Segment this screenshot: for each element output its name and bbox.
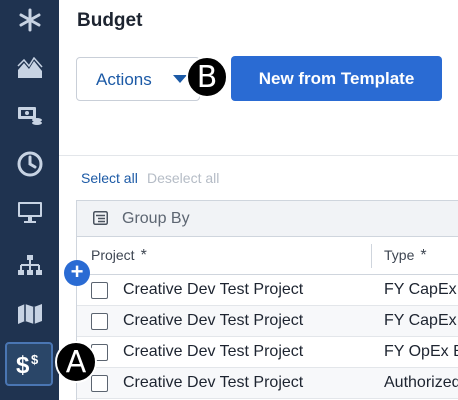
divider	[59, 155, 458, 156]
callout-marker-a: A	[55, 341, 97, 383]
type-cell: FY CapEx B	[384, 312, 458, 329]
app-root: $ $ Budget Actions New from Template Sel…	[0, 0, 458, 400]
group-by-bar[interactable]: Group By	[77, 201, 458, 237]
svg-text:$: $	[16, 352, 30, 377]
select-all-link[interactable]: Select all	[81, 170, 138, 186]
table-row[interactable]: Creative Dev Test Project FY CapEx B	[77, 306, 458, 337]
table-row[interactable]: Creative Dev Test Project Authorized	[77, 368, 458, 399]
type-cell: FY CapEx B	[384, 281, 458, 298]
budget-table: Group By Project * Type * Creative Dev Tes…	[76, 200, 458, 400]
actions-dropdown-button[interactable]: Actions	[76, 57, 200, 101]
required-mark: *	[140, 247, 147, 264]
project-cell: Creative Dev Test Project	[123, 312, 304, 329]
callout-marker-b: B	[186, 56, 228, 98]
column-header-project[interactable]: Project *	[91, 247, 147, 265]
asterisk-icon	[19, 8, 40, 32]
project-cell: Creative Dev Test Project	[123, 343, 304, 360]
required-mark: *	[420, 247, 427, 264]
page-title: Budget	[77, 10, 143, 31]
sidebar-item-map[interactable]	[0, 290, 59, 338]
table-row[interactable]: Creative Dev Test Project FY OpEx B	[77, 337, 458, 368]
sidebar-item-org[interactable]	[0, 242, 59, 290]
sidebar-item-monitor[interactable]	[0, 188, 59, 236]
column-header-type-label: Type	[384, 247, 415, 263]
sidebar-item-budget[interactable]: $ $	[0, 340, 59, 388]
monitor-icon	[17, 202, 42, 223]
row-checkbox[interactable]	[91, 313, 108, 330]
project-cell: Creative Dev Test Project	[123, 281, 304, 298]
add-row-button[interactable]: +	[64, 260, 90, 286]
new-from-template-button[interactable]: New from Template	[231, 56, 442, 101]
project-cell: Creative Dev Test Project	[123, 374, 304, 391]
hierarchy-icon	[17, 255, 42, 275]
column-header-type[interactable]: Type *	[384, 247, 427, 265]
chevron-down-icon	[173, 75, 187, 83]
row-checkbox[interactable]	[91, 282, 108, 299]
sidebar-item-finance[interactable]	[0, 92, 59, 140]
actions-label: Actions	[96, 70, 152, 89]
money-coins-icon	[17, 107, 42, 125]
type-cell: FY OpEx B	[384, 343, 458, 360]
type-cell: Authorized	[384, 374, 458, 391]
sidebar-item-analytics[interactable]	[0, 44, 59, 92]
map-icon	[17, 304, 42, 324]
group-by-icon	[93, 211, 108, 225]
column-header-project-label: Project	[91, 247, 135, 263]
clock-icon	[17, 151, 42, 177]
area-chart-icon	[16, 57, 43, 78]
table-row[interactable]: Creative Dev Test Project FY CapEx B	[77, 275, 458, 306]
deselect-all-link: Deselect all	[147, 170, 220, 186]
table-header: Project * Type *	[77, 237, 458, 275]
sidebar: $ $	[0, 0, 59, 400]
group-by-label: Group By	[122, 210, 190, 227]
svg-text:$: $	[31, 352, 39, 367]
dollar-icon: $ $	[16, 352, 39, 377]
column-separator[interactable]	[371, 244, 372, 268]
row-checkbox[interactable]	[91, 375, 108, 392]
sidebar-item-time[interactable]	[0, 140, 59, 188]
sidebar-item-home[interactable]	[0, 0, 59, 44]
